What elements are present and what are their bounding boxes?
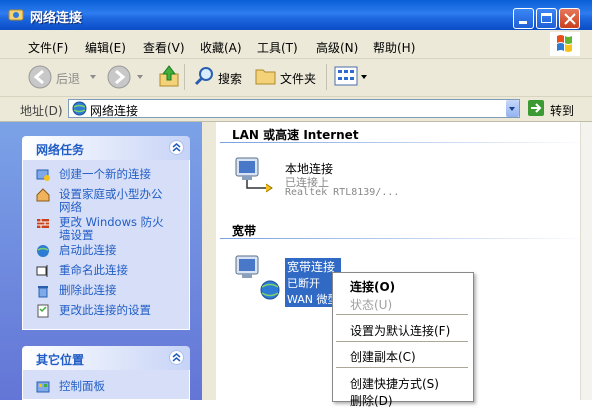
title-bar[interactable] (0, 0, 592, 30)
lan-connection-icon[interactable] (232, 156, 280, 200)
folders-button-label[interactable]: 文件夹 (280, 70, 316, 87)
start-connection-icon (37, 245, 49, 257)
task-firewall-settings[interactable]: 更改 Windows 防火 墙设置 (59, 216, 164, 242)
menu-help[interactable]: 帮助(H) (373, 39, 415, 56)
task-home-network[interactable]: 设置家庭或小型办公 网络 (59, 188, 163, 214)
menu-view[interactable]: 查看(V) (143, 39, 185, 56)
forward-dropdown-icon[interactable] (137, 75, 143, 79)
task-new-connection[interactable]: 创建一个新的连接 (59, 168, 151, 181)
minimize-button[interactable] (513, 8, 534, 29)
views-dropdown-icon[interactable] (361, 75, 367, 79)
vertical-scrollbar[interactable] (580, 122, 592, 400)
task-rename-connection[interactable]: 重命名此连接 (59, 264, 128, 277)
minimize-icon (519, 21, 527, 24)
context-delete[interactable]: 删除(D) (350, 392, 393, 409)
network-tasks-title: 网络任务 (36, 143, 85, 157)
broadband-connection-icon[interactable] (232, 254, 280, 300)
other-places-title: 其它位置 (36, 353, 85, 367)
network-icon (72, 101, 87, 116)
windows-logo-icon (550, 32, 580, 56)
context-separator (336, 314, 468, 315)
group-divider (220, 142, 592, 143)
task-start-connection[interactable]: 启动此连接 (59, 244, 117, 257)
other-places-header[interactable]: 其它位置 (22, 346, 190, 370)
group-header-lan: LAN 或高速 Internet (232, 128, 359, 142)
context-set-default[interactable]: 设置为默认连接(F) (350, 322, 450, 339)
up-folder-icon[interactable] (158, 64, 180, 88)
group-divider (220, 238, 592, 239)
window-title: 网络连接 (30, 11, 83, 26)
address-value: 网络连接 (90, 104, 139, 118)
menu-favorites[interactable]: 收藏(A) (200, 39, 242, 56)
home-network-icon (36, 188, 50, 202)
search-icon[interactable] (193, 65, 215, 87)
collapse-chevron-icon[interactable] (169, 140, 184, 155)
context-connect[interactable]: 连接(O) (350, 278, 395, 295)
delete-icon (38, 286, 48, 298)
group-header-broadband: 宽带 (232, 224, 257, 238)
firewall-icon (37, 219, 49, 228)
place-control-panel[interactable]: 控制面板 (59, 380, 105, 393)
maximize-button[interactable] (536, 8, 557, 29)
lan-connection-device: Realtek RTL8139/... (285, 187, 400, 198)
close-icon (564, 13, 576, 25)
maximize-icon (541, 13, 552, 23)
address-label: 地址(D) (20, 104, 63, 118)
menu-tools[interactable]: 工具(T) (257, 39, 298, 56)
network-folder-icon (8, 9, 24, 21)
chevron-down-icon (509, 107, 515, 111)
go-button-label[interactable]: 转到 (550, 102, 574, 119)
toolbar-separator (326, 64, 327, 90)
context-status: 状态(U) (350, 298, 393, 312)
control-panel-icon (36, 381, 50, 393)
context-create-copy[interactable]: 创建副本(C) (350, 348, 416, 365)
context-separator (336, 341, 468, 342)
properties-icon (37, 304, 49, 318)
back-dropdown-icon[interactable] (90, 75, 96, 79)
menu-edit[interactable]: 编辑(E) (85, 39, 126, 56)
task-change-settings[interactable]: 更改此连接的设置 (59, 304, 151, 317)
menu-advanced[interactable]: 高级(N) (316, 39, 358, 56)
search-button-label[interactable]: 搜索 (218, 70, 242, 87)
task-delete-connection[interactable]: 删除此连接 (59, 284, 117, 297)
menu-file[interactable]: 文件(F) (28, 39, 68, 56)
new-connection-icon (36, 169, 50, 181)
folders-icon[interactable] (255, 66, 277, 86)
back-button-label[interactable]: 后退 (56, 70, 80, 87)
rename-icon (36, 265, 48, 277)
go-arrow-icon[interactable] (528, 100, 544, 116)
pane-splitter[interactable] (202, 122, 216, 400)
context-separator (336, 367, 468, 368)
collapse-chevron-icon[interactable] (169, 350, 184, 365)
views-icon[interactable] (334, 66, 358, 86)
forward-arrow-icon[interactable] (107, 65, 131, 89)
back-arrow-icon[interactable] (28, 65, 52, 89)
network-tasks-header[interactable]: 网络任务 (22, 136, 190, 160)
close-button[interactable] (559, 8, 580, 29)
toolbar-separator (184, 64, 185, 90)
context-create-shortcut[interactable]: 创建快捷方式(S) (350, 375, 439, 392)
address-dropdown-button[interactable] (506, 100, 519, 117)
